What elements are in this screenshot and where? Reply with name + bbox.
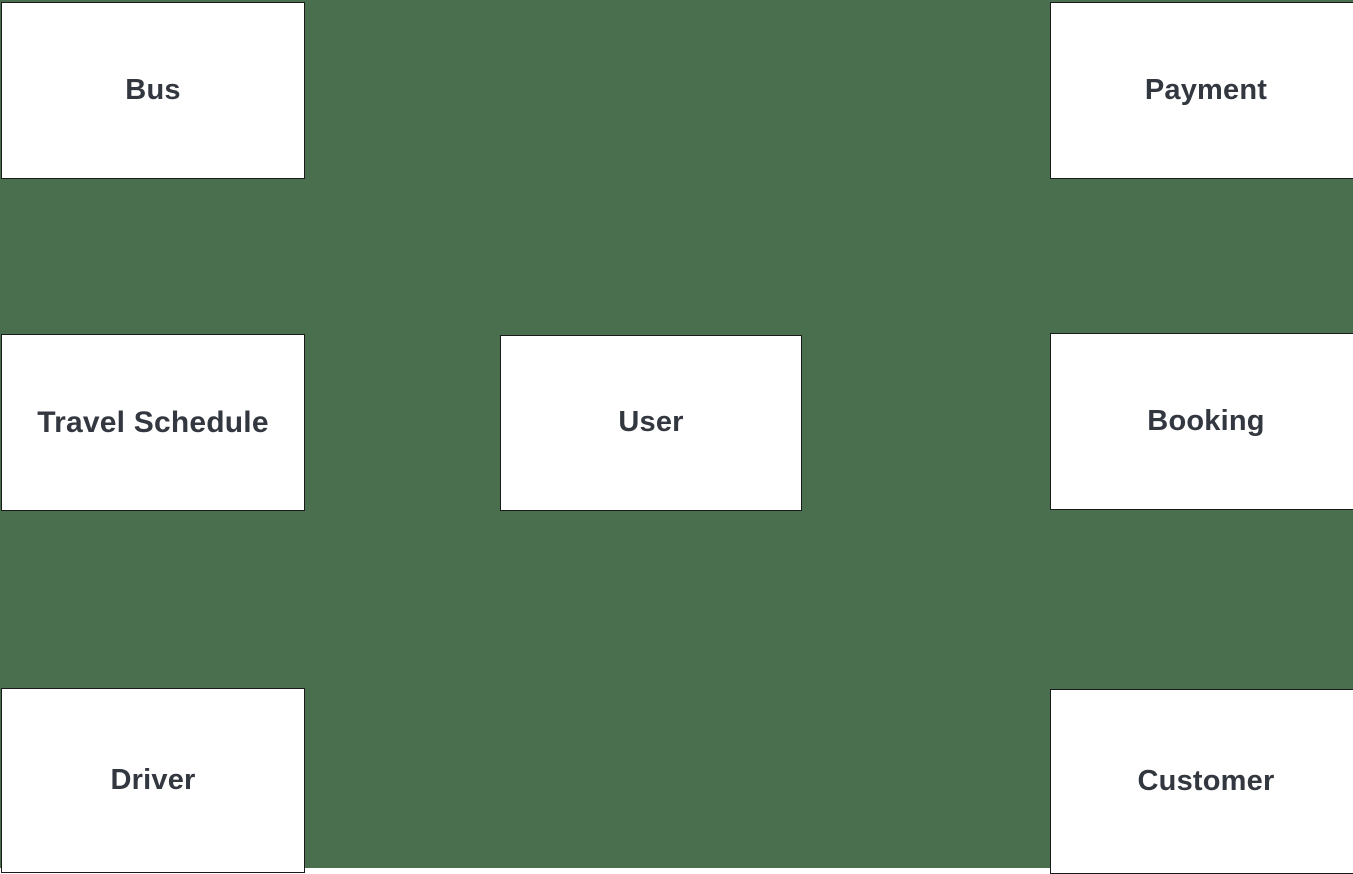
entity-box-customer[interactable]: Customer — [1050, 689, 1353, 874]
entity-label-customer: Customer — [1137, 764, 1275, 797]
entity-label-user: User — [618, 406, 684, 439]
entity-box-travel-schedule[interactable]: Travel Schedule — [1, 334, 305, 511]
entity-box-bus[interactable]: Bus — [1, 2, 305, 179]
entity-label-bus: Bus — [125, 73, 181, 106]
entity-label-payment: Payment — [1144, 73, 1268, 106]
entity-box-driver[interactable]: Driver — [1, 688, 305, 873]
diagram-canvas: Bus Payment Travel Schedule User Booking… — [0, 0, 1353, 874]
entity-box-booking[interactable]: Booking — [1050, 333, 1353, 510]
entity-label-travel-schedule: Travel Schedule — [37, 406, 269, 439]
entity-label-driver: Driver — [110, 763, 196, 796]
entity-box-payment[interactable]: Payment — [1050, 2, 1353, 179]
entity-box-user[interactable]: User — [500, 335, 802, 511]
entity-label-booking: Booking — [1147, 404, 1265, 437]
